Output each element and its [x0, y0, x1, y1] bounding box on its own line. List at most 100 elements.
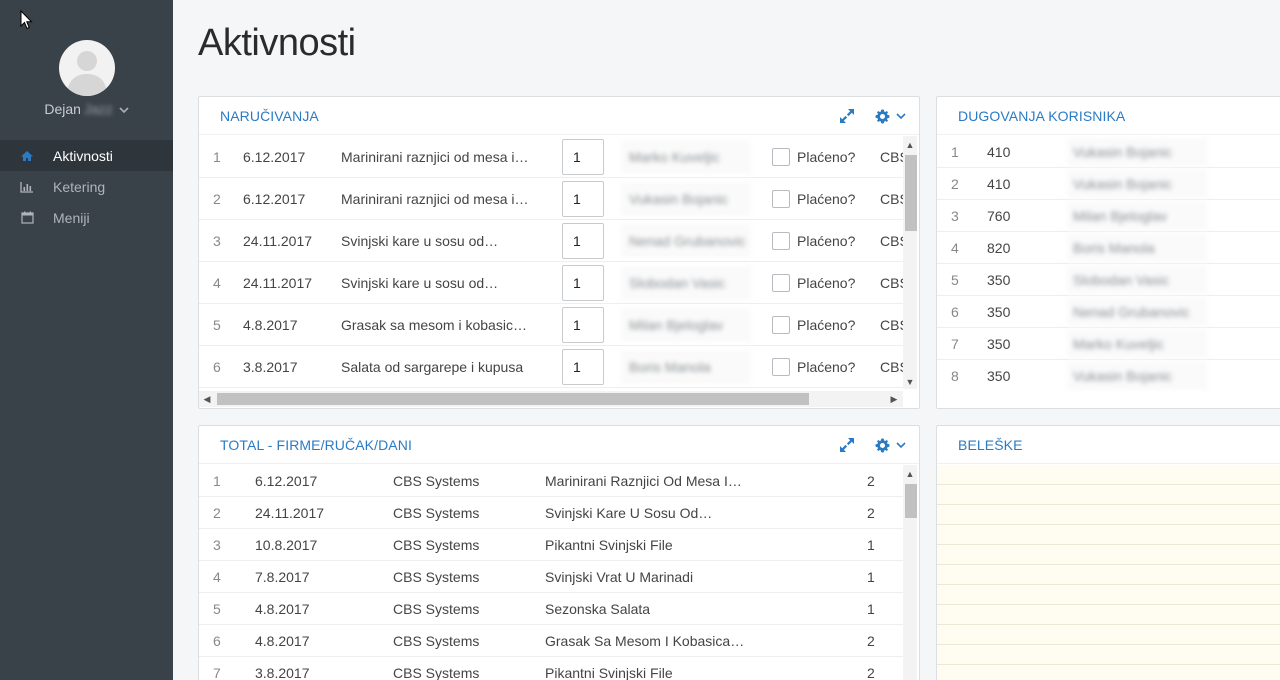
table-row: 5 4.8.2017 CBS Systems Sezonska Salata 1 [199, 593, 903, 625]
sidebar-item-meniji[interactable]: Meniji [0, 202, 173, 233]
total-meal: Svinjski Vrat U Marinadi [545, 568, 694, 585]
debt-user: Milan Bjeloglav [1067, 201, 1207, 230]
paid-label: Plaćeno? [797, 274, 856, 291]
row-number: 7 [951, 335, 959, 352]
row-number: 6 [951, 303, 959, 320]
paid-checkbox[interactable] [772, 315, 790, 334]
row-number: 1 [213, 472, 221, 489]
order-firm: CBS [880, 190, 903, 207]
order-date: 6.12.2017 [243, 148, 306, 165]
panel-title: DUGOVANJA KORISNIKA [958, 107, 1126, 124]
sidebar-item-label: Ketering [53, 178, 106, 195]
table-row: 7 350 Marko Kuveljic [937, 328, 1280, 360]
quantity-input[interactable]: 1 [562, 264, 604, 301]
paid-checkbox[interactable] [772, 273, 790, 292]
total-date: 24.11.2017 [255, 504, 325, 521]
panel-tools [839, 108, 906, 124]
quantity-input[interactable]: 1 [562, 306, 604, 343]
panel-header: TOTAL - FIRME/RUČAK/DANI [199, 426, 919, 464]
scroll-right-arrow-icon[interactable]: ▶ [887, 391, 901, 407]
quantity-input[interactable]: 1 [562, 138, 604, 175]
user-menu[interactable]: Dejan Jazz [0, 101, 173, 117]
paid-checkbox[interactable] [772, 357, 790, 376]
chevron-down-icon [896, 113, 906, 120]
table-row: 3 24.11.2017 Svinjski kare u sosu od… 1 … [199, 220, 903, 262]
paid-checkbox[interactable] [772, 231, 790, 250]
order-user: Boris Manola [621, 349, 751, 384]
sidebar-item-ketering[interactable]: Ketering [0, 171, 173, 202]
order-user: Slobodan Vasic [621, 265, 751, 300]
vertical-scrollbar[interactable]: ▲ ▼ [903, 136, 917, 389]
total-meal: Grasak Sa Mesom I Kobasicama [545, 632, 745, 649]
user-avatar[interactable] [59, 40, 115, 96]
quantity-input[interactable]: 1 [562, 348, 604, 385]
debts-panel: DUGOVANJA KORISNIKA 1 410 Vukasin Bojanic … [936, 96, 1280, 409]
table-row: 8 350 Vukasin Bojanic [937, 360, 1280, 392]
bar-chart-icon [20, 181, 34, 193]
scrollbar-thumb[interactable] [905, 155, 917, 231]
notes-textarea[interactable] [937, 465, 1280, 680]
total-count: 2 [867, 504, 875, 521]
total-date: 7.8.2017 [255, 568, 310, 585]
row-number: 4 [213, 568, 221, 585]
total-firm: CBS Systems [393, 600, 480, 617]
table-row: 1 6.12.2017 CBS Systems Marinirani Raznjici… [199, 465, 903, 497]
debt-user: Vukasin Bojanic [1067, 169, 1207, 198]
scrollbar-thumb[interactable] [217, 393, 809, 405]
paid-checkbox[interactable] [772, 189, 790, 208]
order-user: Marko Kuveljic [621, 139, 751, 174]
scroll-up-arrow-icon[interactable]: ▲ [903, 138, 917, 152]
debt-amount: 410 [987, 143, 1011, 160]
chevron-down-icon [119, 106, 129, 117]
debts-table: 1 410 Vukasin Bojanic 2 410 Vukasin Bojanic … [937, 136, 1280, 392]
expand-icon [840, 109, 854, 123]
debt-amount: 350 [987, 368, 1011, 384]
settings-button[interactable] [875, 108, 906, 124]
panel-title: TOTAL - FIRME/RUČAK/DANI [220, 436, 412, 453]
total-meal: Pikantni Svinjski File [545, 664, 673, 680]
horizontal-scrollbar[interactable]: ◀ ▶ [199, 391, 903, 407]
user-first-name: Dejan [44, 101, 81, 117]
debt-amount: 820 [987, 239, 1011, 256]
row-number: 2 [213, 504, 221, 521]
order-date: 6.12.2017 [243, 190, 306, 207]
quantity-input[interactable]: 1 [562, 222, 604, 259]
debt-user: Slobodan Vasic [1067, 265, 1207, 294]
scrollbar-thumb[interactable] [905, 484, 917, 518]
quantity-input[interactable]: 1 [562, 180, 604, 217]
sidebar-item-aktivnosti[interactable]: Aktivnosti [0, 140, 173, 171]
total-meal: Marinirani Raznjici Od Mesa I… [545, 472, 742, 489]
order-firm: CBS [880, 232, 903, 249]
table-row: 1 410 Vukasin Bojanic [937, 136, 1280, 168]
debt-user: Boris Manola [1067, 233, 1207, 262]
expand-button[interactable] [839, 108, 855, 124]
order-firm: CBS [880, 274, 903, 291]
sidebar-nav: Aktivnosti Ketering Meniji [0, 140, 173, 233]
total-meal: Pikantni Svinjski File [545, 536, 673, 553]
settings-button[interactable] [875, 437, 906, 453]
total-count: 1 [867, 536, 875, 553]
table-row: 1 6.12.2017 Marinirani raznjici od mesa … [199, 136, 903, 178]
order-date: 3.8.2017 [243, 358, 298, 375]
scroll-left-arrow-icon[interactable]: ◀ [200, 391, 214, 407]
table-row: 3 10.8.2017 CBS Systems Pikantni Svinjski F… [199, 529, 903, 561]
home-icon [20, 150, 34, 162]
row-number: 8 [951, 368, 959, 384]
total-date: 3.8.2017 [255, 664, 310, 680]
table-row: 6 350 Nenad Grubanovic [937, 296, 1280, 328]
total-firm: CBS Systems [393, 504, 480, 521]
row-number: 7 [213, 664, 221, 680]
totals-table: 1 6.12.2017 CBS Systems Marinirani Raznjici… [199, 465, 903, 680]
expand-button[interactable] [839, 437, 855, 453]
paid-checkbox[interactable] [772, 147, 790, 166]
orders-table: 1 6.12.2017 Marinirani raznjici od mesa … [199, 136, 903, 388]
scroll-up-arrow-icon[interactable]: ▲ [903, 467, 917, 481]
scroll-down-arrow-icon[interactable]: ▼ [903, 375, 917, 389]
chevron-down-icon [896, 442, 906, 449]
debt-user: Vukasin Bojanic [1067, 362, 1207, 390]
table-row: 4 24.11.2017 Svinjski kare u sosu od… 1 … [199, 262, 903, 304]
debt-amount: 760 [987, 207, 1011, 224]
panel-header: BELEŠKE [937, 426, 1280, 464]
vertical-scrollbar[interactable]: ▲ [903, 465, 917, 680]
user-silhouette-icon [67, 51, 107, 96]
